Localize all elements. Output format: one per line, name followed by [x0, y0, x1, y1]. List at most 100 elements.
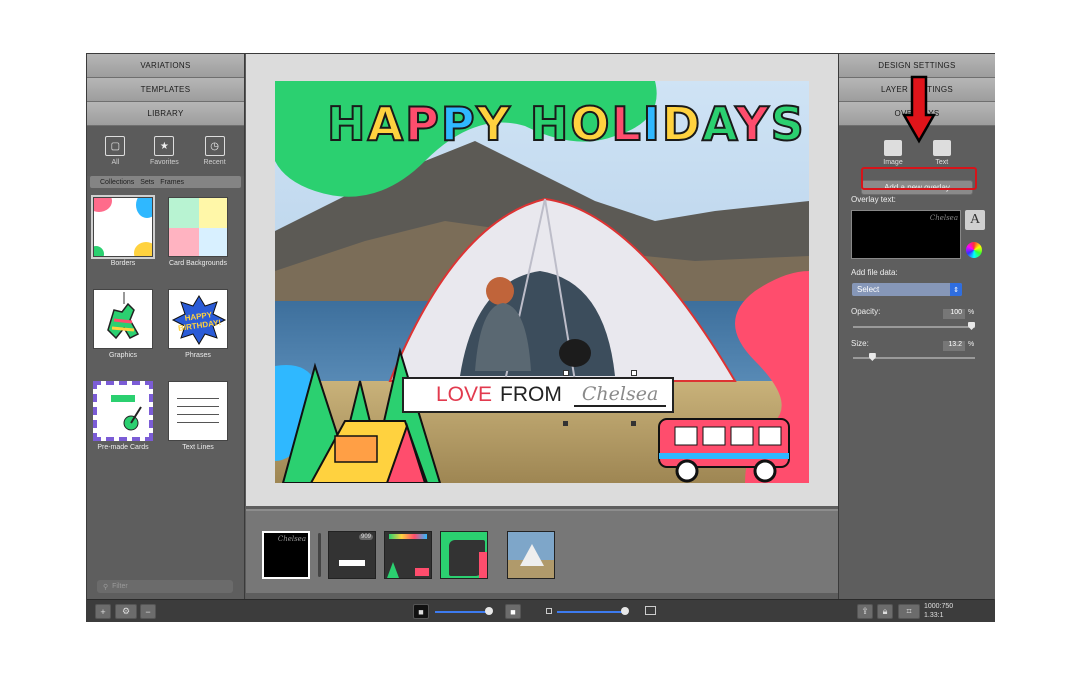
- black-square-icon: ■: [418, 606, 424, 617]
- settings-menu-button[interactable]: ⚙: [115, 604, 137, 619]
- library-tile-borders[interactable]: Borders: [90, 195, 156, 267]
- overlay-tab-text-label: Text: [935, 159, 949, 166]
- highlight-box: [861, 167, 977, 190]
- size-slider-knob[interactable]: [868, 353, 876, 361]
- library-recent-button[interactable]: ◷ Recent: [203, 136, 226, 166]
- down-arrow-icon: [902, 75, 936, 144]
- breadcrumb-collections[interactable]: Collections: [100, 179, 134, 186]
- library-favorites-label: Favorites: [150, 159, 179, 166]
- love-from-banner[interactable]: LOVE FROM Chelsea: [402, 377, 674, 413]
- chevron-updown-icon: ⇕: [950, 283, 962, 296]
- headline-letter: A: [701, 96, 736, 152]
- phrases-thumbnail: HAPPY BIRTHDAY!: [168, 289, 228, 349]
- breadcrumb-frames[interactable]: Frames: [160, 179, 184, 186]
- library-tile-label: Phrases: [185, 352, 211, 359]
- borders-thumbnail: [91, 195, 155, 259]
- filmstrip-thumb-overlay-text[interactable]: Chelsea: [262, 531, 310, 579]
- section-library[interactable]: LIBRARY: [87, 102, 244, 126]
- selection-handle[interactable]: [563, 370, 569, 376]
- filmstrip-thumb-photo[interactable]: [507, 531, 555, 579]
- headline-letter: O: [569, 96, 612, 152]
- zoom-in-icon[interactable]: [645, 606, 656, 615]
- filmstrip-separator: [318, 533, 321, 577]
- background-slider-knob[interactable]: [485, 607, 493, 615]
- selection-handle[interactable]: [631, 421, 636, 426]
- library-toolbar: ▢ All ★ Favorites ◷ Recent: [87, 126, 244, 176]
- section-variations[interactable]: VARIATIONS: [87, 54, 244, 78]
- lock-button[interactable]: 🔒︎: [877, 604, 893, 619]
- library-favorites-button[interactable]: ★ Favorites: [150, 136, 179, 166]
- opacity-unit: %: [968, 309, 975, 316]
- breadcrumb-sets[interactable]: Sets: [140, 179, 154, 186]
- plus-icon: +: [100, 606, 106, 617]
- file-data-select[interactable]: Select ⇕: [852, 283, 962, 296]
- opacity-slider-knob[interactable]: [968, 322, 975, 330]
- dark-background-button[interactable]: ■: [413, 604, 429, 619]
- dims-line1: 1000:750: [924, 603, 954, 610]
- premade-cards-thumbnail: [93, 381, 153, 441]
- banner-love: LOVE: [436, 383, 493, 406]
- image-icon: [884, 140, 902, 156]
- light-background-button[interactable]: ■: [505, 604, 521, 619]
- design-canvas[interactable]: HAPPY HOLIDAYS LOVE FROM Chelsea: [275, 81, 809, 483]
- headline-letter: S: [770, 96, 806, 152]
- color-wheel-icon[interactable]: [966, 242, 982, 258]
- overlay-text-field[interactable]: Chelsea: [851, 210, 961, 259]
- section-templates[interactable]: TEMPLATES: [87, 78, 244, 102]
- zoom-slider[interactable]: [557, 611, 627, 613]
- library-tile-graphics[interactable]: Graphics: [90, 289, 156, 359]
- filter-input[interactable]: ⚲ Filter: [97, 580, 233, 593]
- headline-letter: Y: [476, 96, 512, 152]
- library-all-button[interactable]: ▢ All: [105, 136, 126, 166]
- breadcrumb: Collections Sets Frames: [90, 176, 241, 188]
- remove-button[interactable]: −: [140, 604, 156, 619]
- headline-letter: D: [661, 96, 703, 152]
- background-slider[interactable]: [435, 611, 491, 613]
- selection-handle[interactable]: [563, 421, 568, 426]
- headline-letter: I: [642, 96, 662, 152]
- headline-letter: Y: [734, 96, 771, 152]
- dims-line2: 1.33:1: [924, 612, 944, 619]
- crop-menu-button[interactable]: ⌗: [898, 604, 920, 619]
- bottom-toolbar: + ⚙ − ■ ■ ⇪ 🔒︎ ⌗ 1000:750 1.33:1: [87, 599, 994, 622]
- filmstrip-thumb-headline[interactable]: [384, 531, 432, 579]
- left-panel: VARIATIONS TEMPLATES LIBRARY ▢ All ★ Fav…: [87, 54, 245, 599]
- library-tile-premade-cards[interactable]: Pre-made Cards: [90, 381, 156, 451]
- graphics-thumbnail: [93, 289, 153, 349]
- filmstrip-thumb-banner[interactable]: 909: [328, 531, 376, 579]
- library-tile-label: Pre-made Cards: [97, 444, 149, 451]
- library-tile-label: Borders: [110, 260, 136, 267]
- filter-placeholder: Filter: [112, 583, 128, 590]
- filmstrip-thumb-background[interactable]: [440, 531, 488, 579]
- library-tile-card-backgrounds[interactable]: Card Backgrounds: [165, 197, 231, 267]
- selection-handle[interactable]: [631, 370, 637, 376]
- file-data-label: Add file data:: [851, 268, 898, 277]
- share-button[interactable]: ⇪: [857, 604, 873, 619]
- guitar-icon: [123, 406, 142, 431]
- zoom-slider-knob[interactable]: [621, 607, 629, 615]
- aspect-ratio-readout: 1000:750 1.33:1: [924, 602, 953, 620]
- font-icon: A: [969, 212, 981, 227]
- right-panel: DESIGN SETTINGS LAYER SETTINGS OVERLAYS …: [838, 54, 995, 599]
- headline-letter: H: [529, 96, 571, 152]
- overlay-text-label: Overlay text:: [851, 195, 896, 204]
- headline-letter: P: [404, 96, 441, 152]
- headline-letter: P: [440, 96, 477, 152]
- opacity-value-field[interactable]: 100: [943, 309, 965, 319]
- banner-name[interactable]: Chelsea: [573, 383, 667, 407]
- thumb-badge: 909: [358, 534, 373, 540]
- pinata-icon: [107, 292, 140, 340]
- opacity-slider-track[interactable]: [853, 326, 975, 328]
- share-icon: ⇪: [861, 606, 869, 616]
- size-value-field[interactable]: 13.2: [943, 341, 965, 351]
- headline-text[interactable]: HAPPY HOLIDAYS: [326, 96, 806, 152]
- library-tile-phrases[interactable]: HAPPY BIRTHDAY! Phrases: [165, 289, 231, 359]
- font-picker-button[interactable]: A: [965, 210, 985, 230]
- zoom-out-icon[interactable]: [546, 608, 552, 614]
- library-tile-label: Text Lines: [182, 444, 214, 451]
- overlay-tab-image[interactable]: Image: [883, 140, 903, 166]
- card-backgrounds-thumbnail: [168, 197, 228, 257]
- add-button[interactable]: +: [95, 604, 111, 619]
- library-tile-label: Graphics: [108, 352, 137, 359]
- library-tile-text-lines[interactable]: Text Lines: [165, 381, 231, 451]
